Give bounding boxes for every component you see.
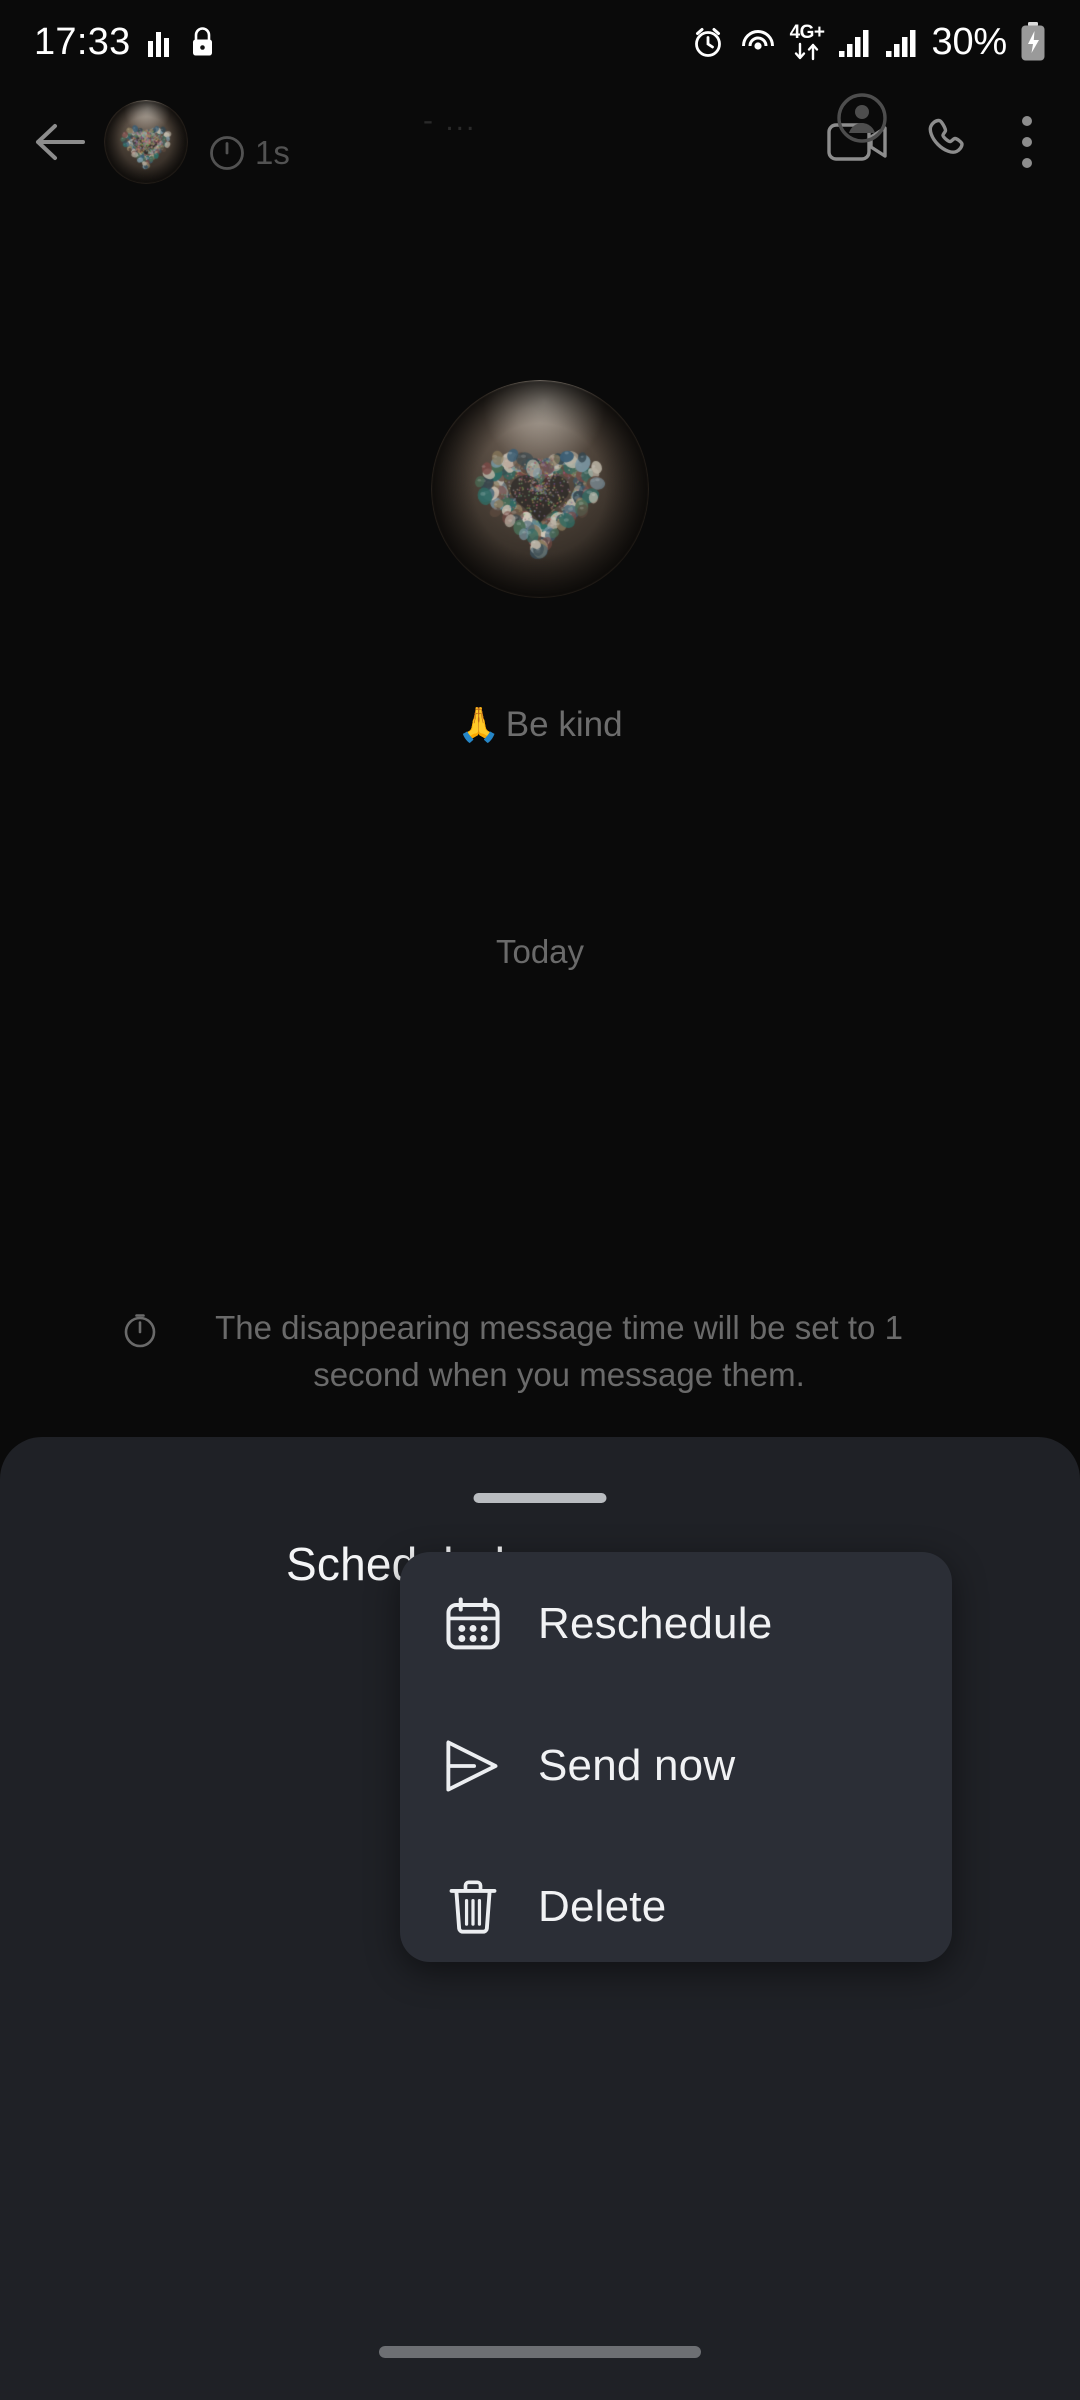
timer-value: 1s xyxy=(255,134,290,172)
battery-percent-label: 30% xyxy=(932,21,1007,64)
signal-strength-icon xyxy=(838,27,872,57)
alarm-icon xyxy=(690,24,726,60)
signal-bars-icon xyxy=(147,27,173,57)
phone-screen: 17:33 4G+ 30% - ... 1s 🙏 Be kind Today T… xyxy=(0,0,1080,2400)
praying-hands-icon: 🙏 xyxy=(457,706,499,744)
voice-call-button[interactable] xyxy=(904,96,996,188)
chat-header: - ... 1s xyxy=(0,84,1080,200)
contact-bio-text: Be kind xyxy=(506,705,623,744)
contact-profile-icon xyxy=(836,92,888,144)
hotspot-icon xyxy=(739,25,777,59)
three-dots-vertical-icon xyxy=(1020,114,1034,170)
status-bar-left: 17:33 xyxy=(34,21,216,64)
contact-bio: 🙏 Be kind xyxy=(0,705,1080,745)
phone-icon xyxy=(924,116,976,168)
menu-item-label: Reschedule xyxy=(538,1599,772,1649)
day-divider: Today xyxy=(0,933,1080,971)
disappearing-timer-indicator[interactable]: 1s xyxy=(208,134,290,172)
menu-item-label: Delete xyxy=(538,1882,666,1932)
disappearing-message-notice: The disappearing message time will be se… xyxy=(120,1305,960,1399)
signal-strength-icon-2 xyxy=(885,27,919,57)
contact-avatar-small[interactable] xyxy=(104,100,188,184)
conversation-area: 🙏 Be kind Today The disappearing message … xyxy=(0,200,1080,1437)
menu-item-delete[interactable]: Delete xyxy=(400,1839,952,1975)
status-bar: 17:33 4G+ 30% xyxy=(0,0,1080,84)
menu-item-reschedule[interactable]: Reschedule xyxy=(400,1556,952,1692)
battery-charging-icon xyxy=(1020,22,1046,62)
timer-icon xyxy=(208,134,246,172)
network-type-label: 4G+ xyxy=(790,23,825,42)
lock-icon xyxy=(189,26,216,58)
calendar-icon xyxy=(442,1593,504,1655)
timer-icon xyxy=(120,1305,160,1351)
data-transfer-icon: 4G+ xyxy=(790,23,825,61)
chat-title-area[interactable]: - ... 1s xyxy=(208,84,812,200)
sheet-drag-handle[interactable] xyxy=(474,1493,607,1503)
menu-item-send-now[interactable]: Send now xyxy=(400,1698,952,1834)
menu-item-label: Send now xyxy=(538,1741,735,1791)
contact-name: - ... xyxy=(423,104,476,138)
trash-icon xyxy=(442,1876,504,1938)
scheduled-message-context-menu: Reschedule Send now Delete xyxy=(400,1552,952,1962)
gesture-navigation-bar[interactable] xyxy=(379,2346,701,2358)
send-icon xyxy=(442,1735,504,1797)
status-bar-right: 4G+ 30% xyxy=(690,21,1046,64)
back-button[interactable] xyxy=(22,104,98,180)
back-arrow-icon xyxy=(33,117,87,167)
contact-avatar-large[interactable] xyxy=(431,380,649,598)
status-bar-clock: 17:33 xyxy=(34,21,131,64)
disappearing-notice-text: The disappearing message time will be se… xyxy=(180,1305,960,1399)
more-options-button[interactable] xyxy=(996,96,1058,188)
